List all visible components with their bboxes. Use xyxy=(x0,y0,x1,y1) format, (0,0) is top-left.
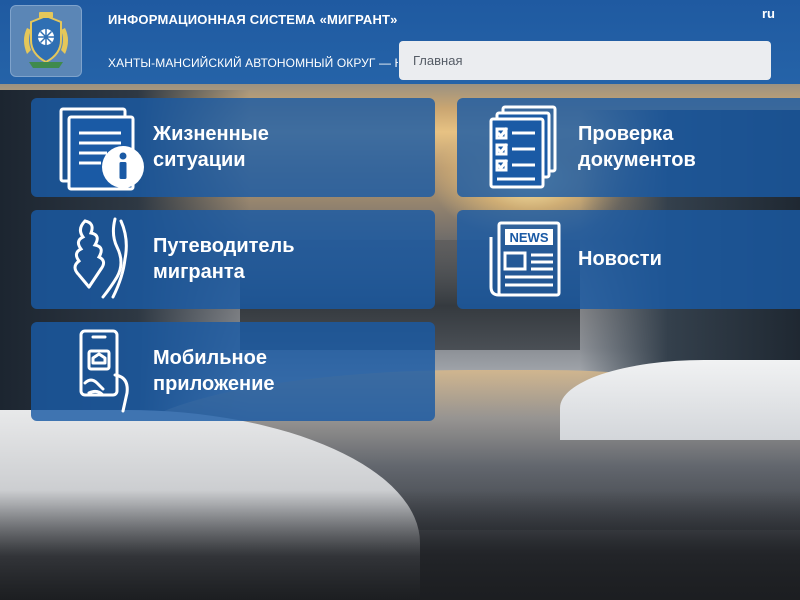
coat-of-arms-icon[interactable] xyxy=(10,5,82,77)
tile-mobile-app[interactable]: Мобильное приложение xyxy=(31,322,435,421)
tile-document-check[interactable]: Проверка документов xyxy=(457,98,800,197)
language-switch[interactable]: ru xyxy=(762,6,775,21)
tile-news[interactable]: NEWS Новости xyxy=(457,210,800,309)
document-info-icon xyxy=(53,102,149,192)
mobile-phone-icon xyxy=(53,326,149,416)
handshake-icon xyxy=(53,214,149,304)
svg-text:NEWS: NEWS xyxy=(510,230,549,245)
tile-label: Новости xyxy=(578,248,662,270)
region-subtitle: ХАНТЫ-МАНСИЙСКИЙ АВТОНОМНЫЙ ОКРУГ — ЮГРА xyxy=(108,56,398,70)
tile-label: Путеводитель мигранта xyxy=(153,235,295,283)
search-input[interactable] xyxy=(399,41,771,80)
tile-life-situations[interactable]: Жизненные ситуации xyxy=(31,98,435,197)
newspaper-icon: NEWS xyxy=(477,214,573,304)
tile-migrant-guide[interactable]: Путеводитель мигранта xyxy=(31,210,435,309)
tile-label: Проверка документов xyxy=(578,123,696,171)
tile-label: Жизненные ситуации xyxy=(153,123,269,171)
checklist-icon xyxy=(477,102,573,192)
system-title: ИНФОРМАЦИОННАЯ СИСТЕМА «МИГРАНТ» xyxy=(108,12,398,27)
tile-label: Мобильное приложение xyxy=(153,347,275,395)
